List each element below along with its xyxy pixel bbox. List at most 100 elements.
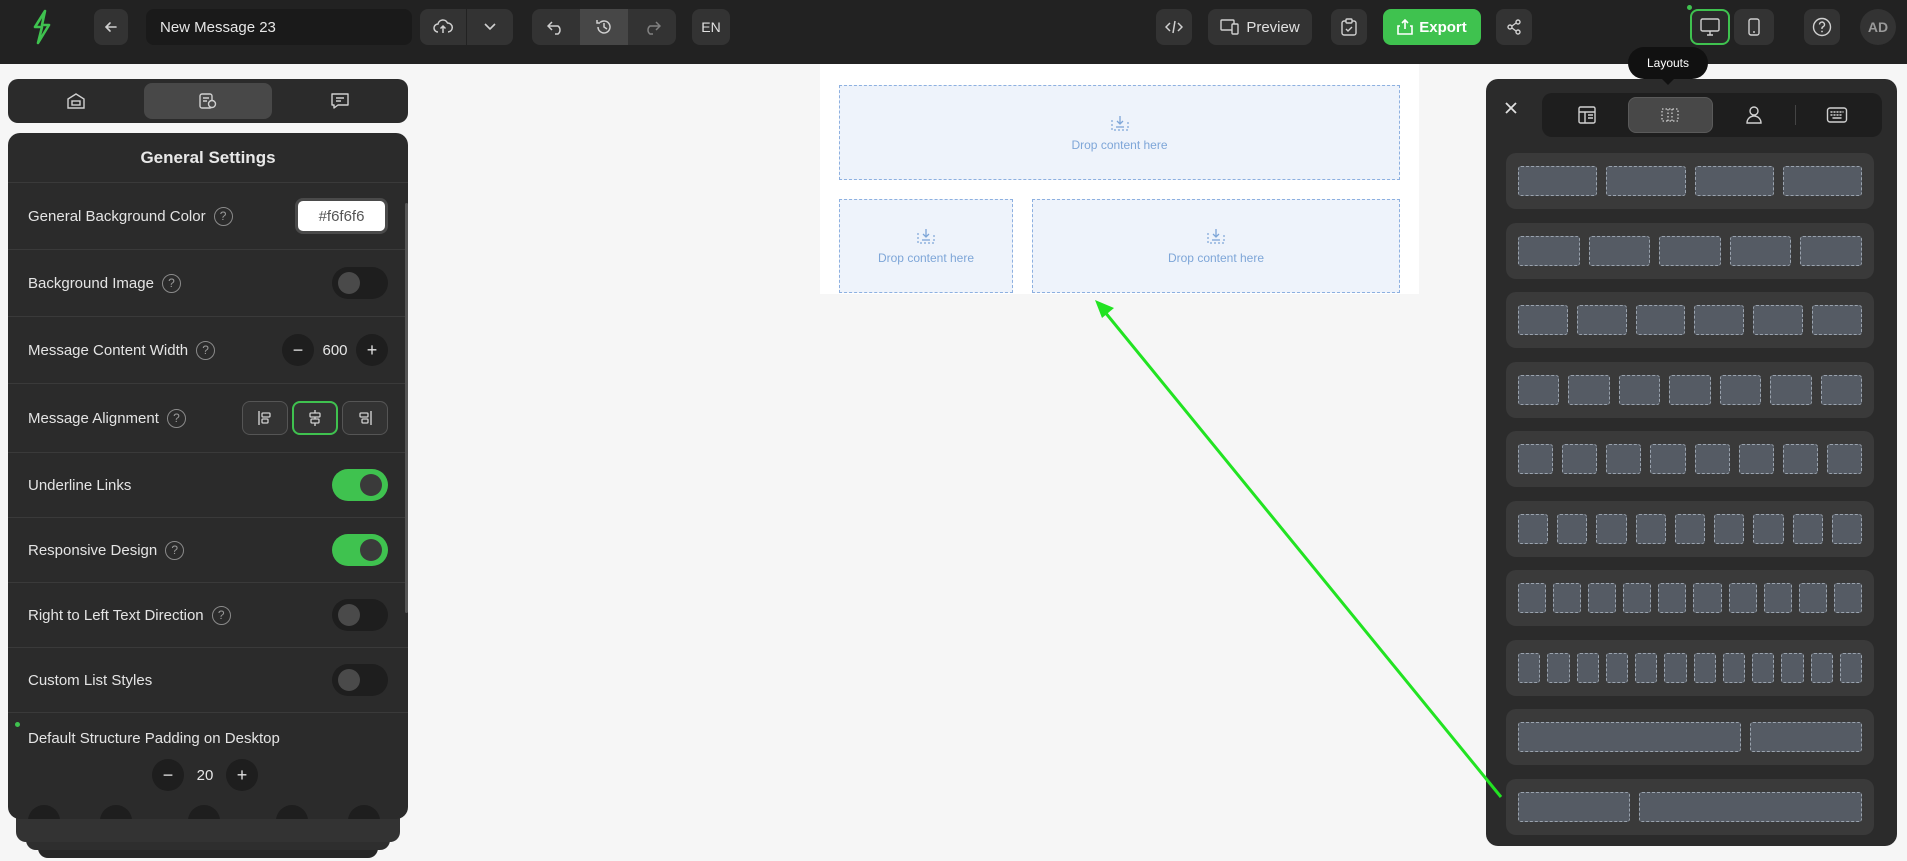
share-icon	[1506, 19, 1522, 35]
layout-column	[1557, 513, 1588, 544]
share-button[interactable]	[1496, 9, 1532, 45]
layout-option[interactable]	[1506, 361, 1874, 418]
padding-side-stepper[interactable]	[348, 805, 380, 819]
history-icon	[595, 18, 613, 36]
layout-column	[1606, 166, 1686, 196]
redo-button[interactable]	[628, 9, 676, 45]
preview-button[interactable]: Preview	[1208, 9, 1312, 45]
drop-zone[interactable]: Drop content here	[1032, 199, 1400, 293]
code-button[interactable]	[1156, 9, 1192, 45]
smartphone-icon	[1748, 18, 1760, 36]
layout-column	[1763, 583, 1792, 613]
increase-width-button[interactable]: +	[356, 334, 388, 366]
increase-padding-button[interactable]: +	[226, 759, 258, 791]
layout-column	[1820, 374, 1862, 405]
clipboard-check-icon	[1341, 18, 1357, 36]
grid-dots-icon	[1660, 106, 1680, 124]
align-center-button[interactable]	[292, 401, 338, 435]
underline-links-toggle[interactable]	[332, 469, 388, 501]
help-icon[interactable]: ?	[165, 540, 185, 560]
drop-zone[interactable]: Drop content here	[839, 85, 1400, 180]
align-right-button[interactable]	[342, 401, 388, 435]
tab-modules[interactable]	[1713, 97, 1795, 133]
alignment-options	[242, 401, 388, 435]
code-icon	[1165, 20, 1183, 34]
layout-column	[1770, 374, 1812, 405]
desktop-view-button[interactable]	[1690, 9, 1730, 45]
tab-settings[interactable]	[144, 83, 272, 119]
user-avatar[interactable]: AD	[1860, 9, 1896, 45]
undo-button[interactable]	[532, 9, 580, 45]
layout-column	[1518, 652, 1541, 683]
help-icon[interactable]: ?	[213, 206, 233, 226]
layout-column	[1738, 444, 1774, 474]
layout-column	[1782, 444, 1818, 474]
layout-column	[1749, 722, 1862, 752]
layouts-panel	[1486, 79, 1897, 846]
layout-column	[1635, 305, 1686, 335]
background-color-picker[interactable]: #f6f6f6	[295, 198, 388, 234]
layout-option[interactable]	[1506, 153, 1874, 209]
help-icon[interactable]: ?	[166, 408, 186, 428]
alignment-row: Message Alignment ?	[8, 384, 408, 453]
back-button[interactable]	[94, 9, 128, 45]
help-icon[interactable]: ?	[161, 273, 181, 293]
mobile-view-button[interactable]	[1734, 9, 1774, 45]
rtl-toggle[interactable]	[332, 599, 388, 631]
tab-comments[interactable]	[276, 83, 404, 119]
help-icon[interactable]: ?	[211, 605, 231, 625]
layout-column	[1674, 513, 1706, 544]
drop-label: Drop content here	[877, 251, 975, 265]
layout-option[interactable]	[1506, 709, 1874, 765]
layout-column	[1588, 583, 1617, 613]
language-button[interactable]: EN	[692, 9, 730, 45]
layout-option[interactable]	[1506, 222, 1874, 279]
layout-column	[1782, 166, 1862, 196]
preview-label: Preview	[1246, 18, 1300, 36]
background-image-toggle[interactable]	[332, 267, 388, 299]
test-button[interactable]	[1331, 9, 1367, 45]
tab-layouts[interactable]	[1628, 97, 1713, 133]
responsive-toggle[interactable]	[332, 534, 388, 566]
export-button[interactable]: Export	[1383, 9, 1481, 45]
padding-link-button[interactable]	[188, 805, 220, 819]
padding-side-stepper[interactable]	[100, 805, 132, 819]
tab-smart-elements[interactable]	[1796, 97, 1878, 133]
logo-icon[interactable]	[27, 7, 57, 47]
tab-templates[interactable]	[1546, 97, 1628, 133]
save-options-dropdown[interactable]	[467, 9, 513, 45]
drop-label: Drop content here	[1071, 137, 1168, 152]
padding-value[interactable]: 20	[188, 767, 222, 784]
drop-zone[interactable]: Drop content here	[839, 199, 1013, 293]
history-button[interactable]	[580, 9, 628, 45]
layout-column	[1831, 513, 1862, 544]
monitor-icon	[1700, 18, 1720, 36]
help-icon[interactable]: ?	[196, 340, 216, 360]
layout-option[interactable]	[1506, 292, 1874, 348]
arrow-left-icon	[103, 19, 119, 35]
keyboard-icon	[1826, 106, 1848, 124]
decrease-width-button[interactable]: −	[282, 334, 314, 366]
close-panel-button[interactable]	[1500, 97, 1522, 119]
custom-list-toggle[interactable]	[332, 664, 388, 696]
layout-option[interactable]	[1506, 431, 1874, 487]
message-title-input[interactable]: New Message 23	[146, 9, 412, 45]
layout-column	[1568, 374, 1610, 405]
layout-option[interactable]	[1506, 639, 1874, 696]
cloud-save-button[interactable]	[420, 9, 466, 45]
settings-scrollbar[interactable]	[405, 203, 408, 613]
layout-option[interactable]	[1506, 778, 1874, 835]
padding-side-stepper[interactable]	[28, 805, 60, 819]
responsive-row: Responsive Design ?	[8, 518, 408, 583]
layout-option[interactable]	[1506, 570, 1874, 626]
layout-column	[1576, 305, 1627, 335]
layout-option[interactable]	[1506, 500, 1874, 557]
padding-side-stepper[interactable]	[276, 805, 308, 819]
layout-column	[1547, 652, 1570, 683]
align-left-button[interactable]	[242, 401, 288, 435]
decrease-padding-button[interactable]: −	[152, 759, 184, 791]
padding-stepper: − 20 +	[152, 759, 258, 791]
tab-content[interactable]	[12, 83, 140, 119]
content-width-value[interactable]: 600	[318, 342, 352, 359]
help-button[interactable]	[1804, 9, 1840, 45]
